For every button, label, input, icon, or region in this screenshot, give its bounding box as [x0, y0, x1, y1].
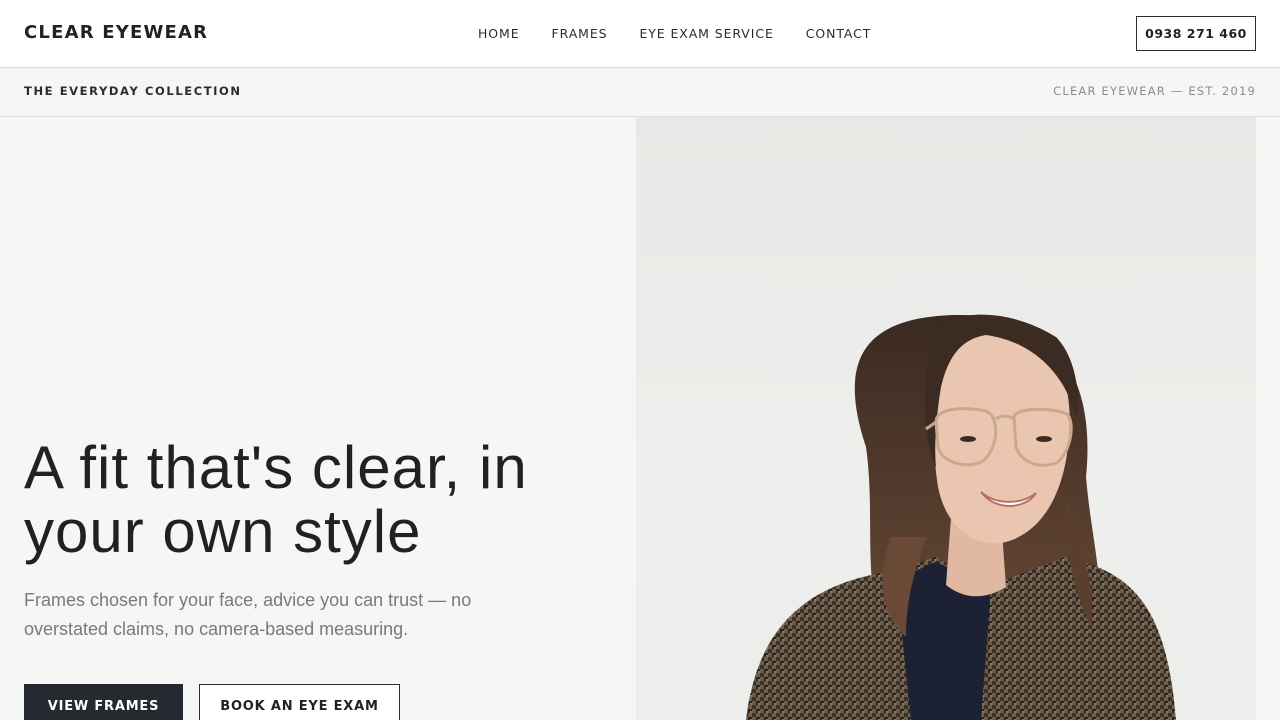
collection-label: THE EVERYDAY COLLECTION [24, 84, 242, 98]
nav-frames[interactable]: FRAMES [552, 26, 608, 41]
hero-headline: A fit that's clear, in your own style [24, 434, 528, 565]
nav-contact[interactable]: CONTACT [806, 26, 872, 41]
view-frames-button[interactable]: VIEW FRAMES [24, 684, 183, 720]
brand-logo[interactable]: CLEAR EYEWEAR [24, 22, 208, 43]
collection-bar: THE EVERYDAY COLLECTION CLEAR EYEWEAR — … [0, 68, 1280, 117]
nav-home[interactable]: HOME [478, 26, 520, 41]
book-eye-exam-button[interactable]: BOOK AN EYE EXAM [199, 684, 400, 720]
phone-button[interactable]: 0938 271 460 [1136, 16, 1256, 51]
established-label: CLEAR EYEWEAR — EST. 2019 [1053, 84, 1256, 98]
woman-with-glasses-illustration [746, 314, 1176, 720]
hero-photo [636, 117, 1256, 720]
hero-subcopy: Frames chosen for your face, advice you … [24, 590, 472, 639]
main-nav: HOME FRAMES EYE EXAM SERVICE CONTACT [478, 26, 903, 41]
top-navigation-bar: CLEAR EYEWEAR HOME FRAMES EYE EXAM SERVI… [0, 0, 1280, 68]
nav-eye-exam-service[interactable]: EYE EXAM SERVICE [639, 26, 773, 41]
